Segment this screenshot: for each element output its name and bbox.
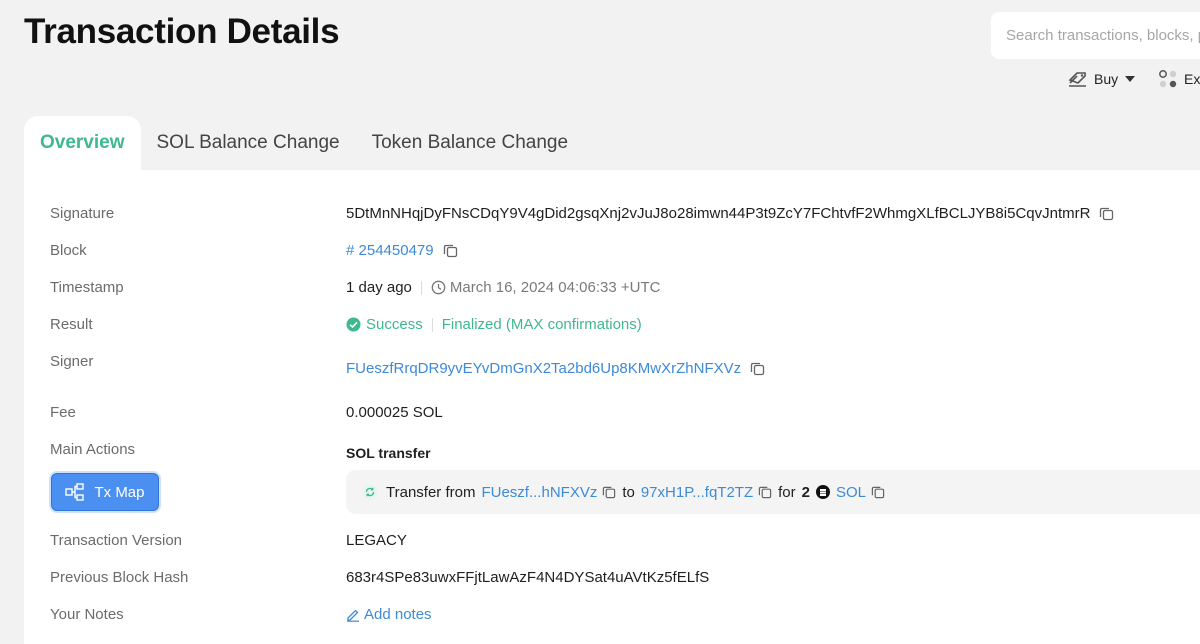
transfer-from-text: Transfer from (386, 483, 476, 501)
token-link[interactable]: SOL (836, 484, 866, 501)
divider (431, 317, 433, 332)
add-notes-button[interactable]: Add notes (346, 606, 432, 623)
action-title: SOL transfer (346, 445, 431, 461)
buy-button[interactable]: Buy (1068, 68, 1136, 90)
caret-down-icon (1124, 75, 1136, 83)
solana-icon (815, 485, 830, 499)
to-address-link[interactable]: 97xH1P...fqT2TZ (641, 484, 753, 501)
tab-bar: Overview SOL Balance Change Token Balanc… (24, 116, 584, 170)
transaction-version-value: LEGACY (346, 532, 407, 549)
block-link[interactable]: # 254450479 (346, 242, 434, 259)
block-label: Block (50, 242, 87, 259)
from-address-link[interactable]: FUeszf...hNFXVz (481, 484, 597, 501)
result-label: Result (50, 316, 93, 333)
fee-value: 0.000025 SOL (346, 404, 443, 421)
block-value-group: # 254450479 (346, 242, 458, 259)
timestamp-absolute: March 16, 2024 04:06:33 +UTC (449, 279, 661, 296)
result-value-group: Success Finalized (MAX confirmations) (346, 316, 642, 333)
copy-icon[interactable] (758, 485, 772, 499)
signer-value-group: FUeszfRrqDR9yvEYvDmGnX2Ta2bd6Up8KMwXrZhN… (346, 360, 765, 377)
clock-icon (431, 280, 446, 295)
timestamp-value-group: 1 day ago March 16, 2024 04:06:33 +UTC (346, 279, 660, 296)
transaction-version-label: Transaction Version (50, 532, 183, 549)
search-input[interactable] (991, 12, 1200, 59)
exchange-button[interactable]: Exchange (1158, 68, 1200, 90)
page-title: Transaction Details (24, 12, 340, 51)
action-item: Transfer from FUeszf...hNFXVz to 97xH1P.… (346, 470, 1200, 514)
copy-icon[interactable] (602, 485, 616, 499)
exchange-icon (1158, 69, 1178, 89)
check-circle-icon (346, 317, 361, 332)
fee-label: Fee (50, 404, 76, 421)
tx-map-label: Tx Map (94, 483, 145, 501)
timestamp-relative: 1 day ago (346, 279, 412, 296)
exchange-label: Exchange (1184, 71, 1200, 87)
tag-icon (1068, 70, 1088, 88)
tab-token-balance-change[interactable]: Token Balance Change (356, 116, 584, 170)
divider (420, 280, 422, 295)
main-actions-label: Main Actions (50, 441, 136, 458)
details-panel: Signature 5DtMnNHqjDyFNsCDqY9V4gDid2gsqX… (24, 170, 1200, 644)
copy-icon[interactable] (443, 243, 458, 258)
copy-icon[interactable] (750, 361, 765, 376)
copy-icon[interactable] (1099, 206, 1114, 221)
previous-block-hash-value: 683r4SPe83uwxFFjtLawAzF4N4DYSat4uAVtKz5f… (346, 569, 710, 586)
result-confirmation: Finalized (MAX confirmations) (441, 316, 642, 333)
previous-block-hash-label: Previous Block Hash (50, 569, 189, 586)
refresh-icon (362, 484, 378, 500)
transfer-amount: 2 (801, 483, 810, 501)
tab-sol-balance-change[interactable]: SOL Balance Change (141, 116, 356, 170)
search-box[interactable] (991, 12, 1200, 59)
signer-label: Signer (50, 353, 94, 370)
buy-label: Buy (1094, 71, 1119, 87)
timestamp-label: Timestamp (50, 279, 124, 296)
signature-label: Signature (50, 205, 115, 222)
flowchart-icon (65, 483, 85, 501)
result-status: Success (366, 316, 423, 333)
signature-value-group: 5DtMnNHqjDyFNsCDqY9V4gDid2gsqXnj2vJuJ8o2… (346, 205, 1114, 222)
to-text: to (622, 483, 635, 501)
pencil-icon (346, 608, 360, 622)
signature-value: 5DtMnNHqjDyFNsCDqY9V4gDid2gsqXnj2vJuJ8o2… (346, 205, 1091, 222)
add-notes-label: Add notes (364, 606, 432, 623)
signer-link[interactable]: FUeszfRrqDR9yvEYvDmGnX2Ta2bd6Up8KMwXrZhN… (346, 360, 741, 377)
tab-overview[interactable]: Overview (24, 116, 141, 170)
tx-map-button[interactable]: Tx Map (51, 473, 159, 511)
copy-icon[interactable] (871, 485, 885, 499)
your-notes-label: Your Notes (50, 606, 124, 623)
for-text: for (778, 483, 796, 501)
